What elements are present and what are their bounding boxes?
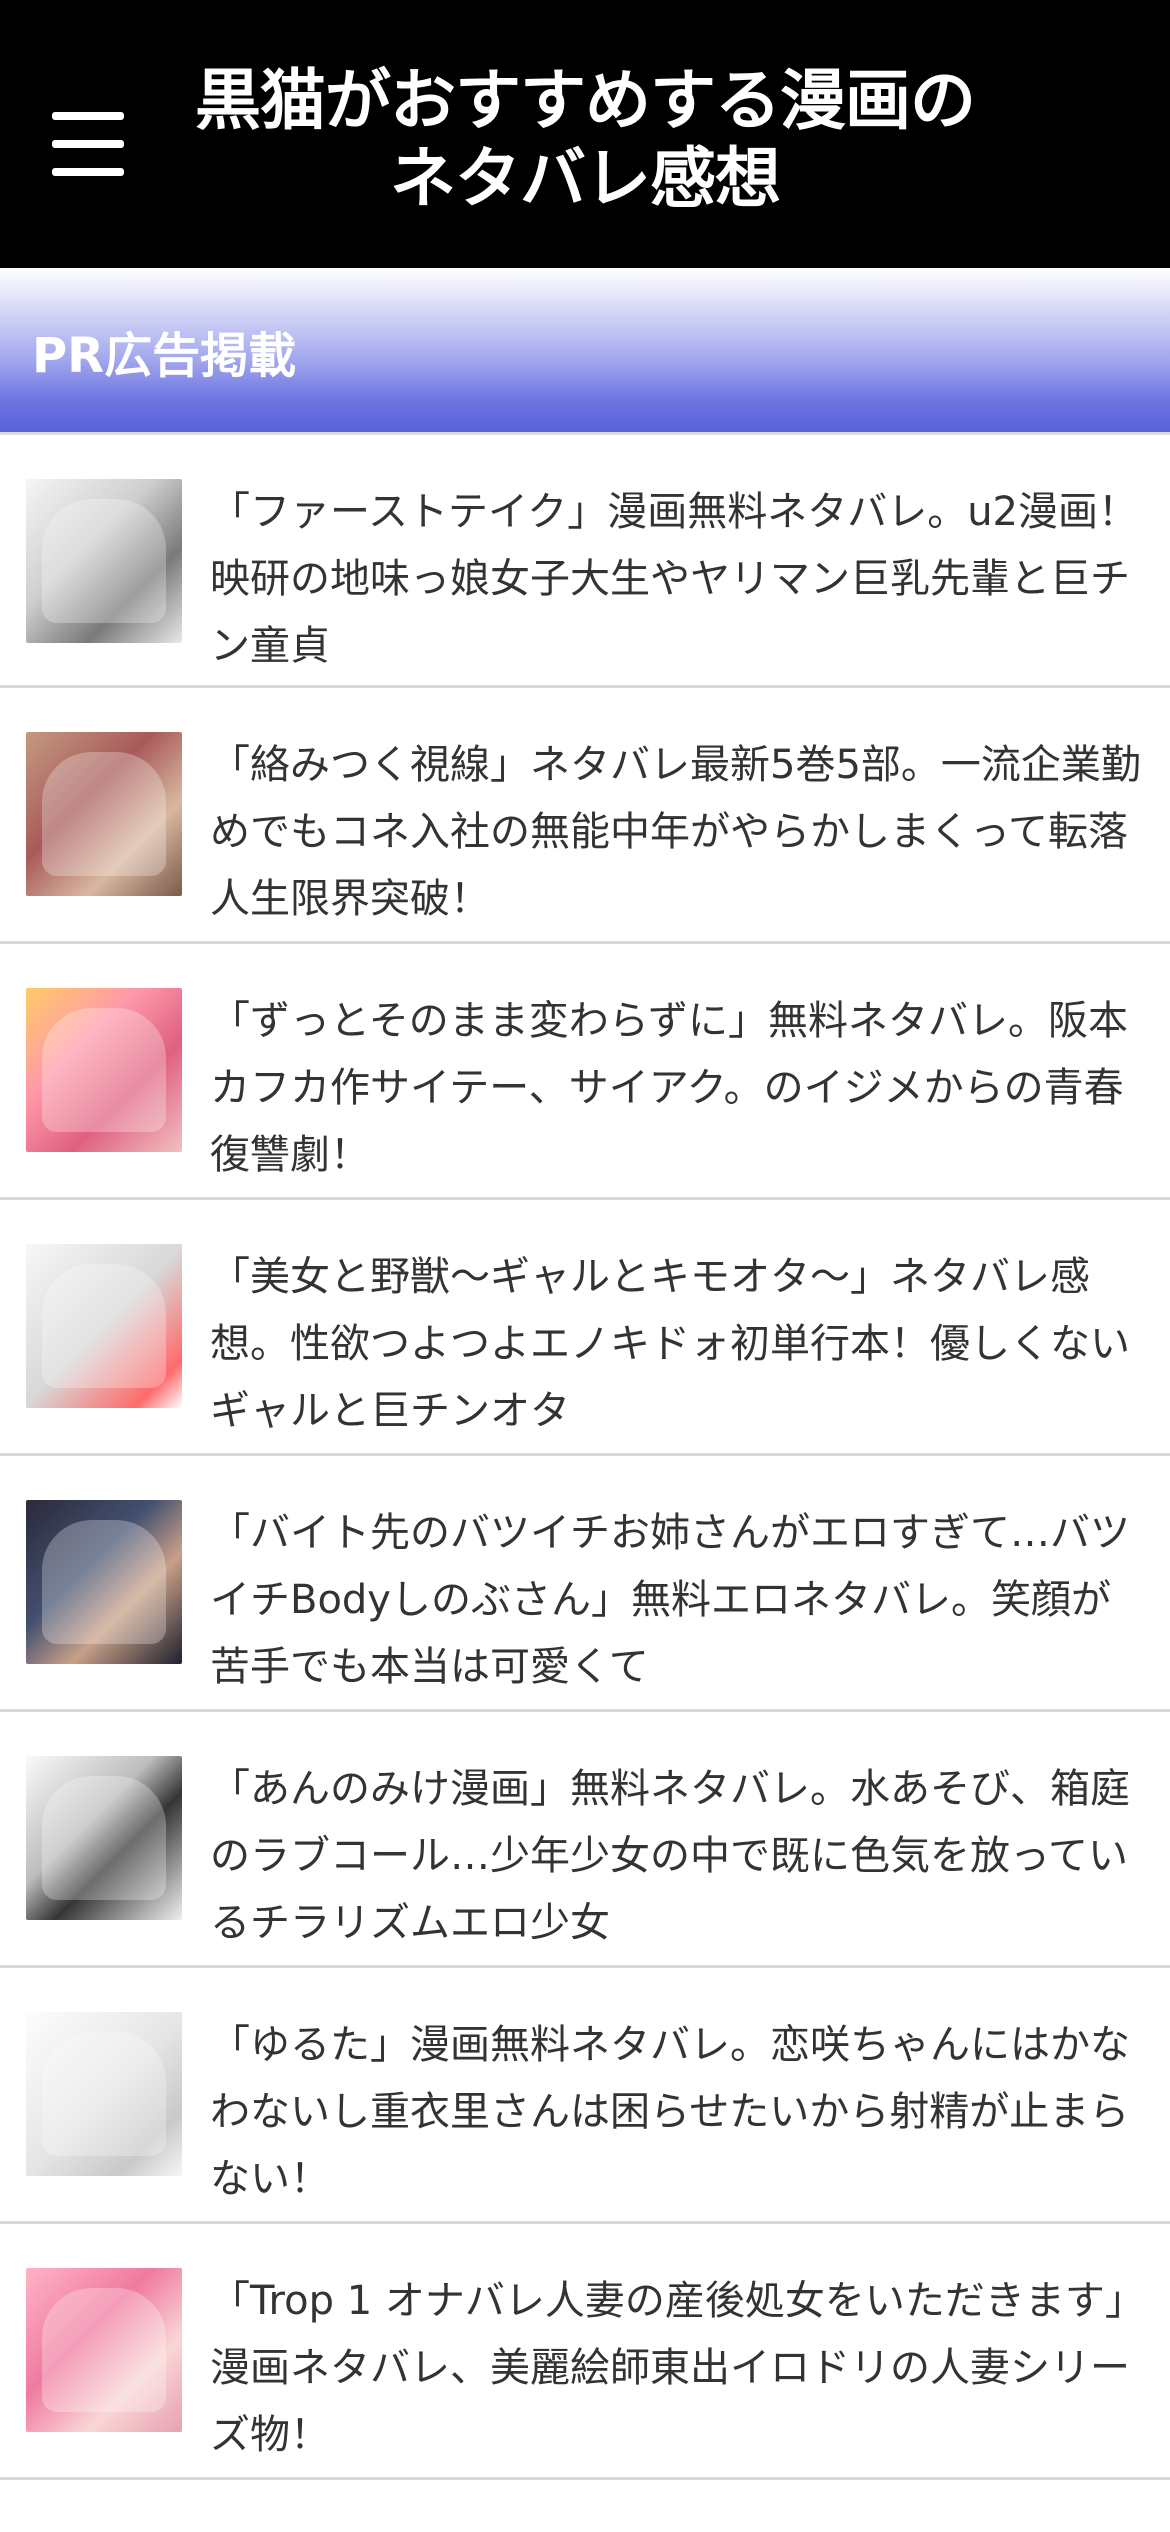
article-item[interactable]: 「あんのみけ漫画」無料ネタバレ。水あそび、箱庭のラブコール…少年少女の中で既に色… bbox=[0, 1712, 1170, 1968]
thumbnail-figure bbox=[41, 2031, 167, 2157]
article-title[interactable]: 「Trop 1 オナバレ人妻の産後処女をいただきます」漫画ネタバレ、美麗絵師東出… bbox=[210, 2268, 1150, 2469]
article-list: 「ファーストテイク」漫画無料ネタバレ。u2漫画！映研の地味っ娘女子大生やヤリマン… bbox=[0, 432, 1170, 2480]
menu-bar-top bbox=[52, 112, 124, 120]
site-header: 黒猫がおすすめする漫画のネタバレ感想 bbox=[0, 0, 1170, 268]
article-item[interactable]: 「絡みつく視線」ネタバレ最新5巻5部。一流企業勤めでもコネ入社の無能中年がやらか… bbox=[0, 688, 1170, 944]
article-item[interactable]: 「バイト先のバツイチお姉さんがエロすぎて…バツイチBodyしのぶさん」無料エロネ… bbox=[0, 1456, 1170, 1712]
hamburger-menu-icon[interactable] bbox=[52, 112, 128, 176]
article-title[interactable]: 「バイト先のバツイチお姉さんがエロすぎて…バツイチBodyしのぶさん」無料エロネ… bbox=[210, 1500, 1150, 1701]
article-thumbnail[interactable] bbox=[26, 988, 182, 1152]
article-title[interactable]: 「ゆるた」漫画無料ネタバレ。恋咲ちゃんにはかなわないし重衣里さんは困らせたいから… bbox=[210, 2012, 1150, 2213]
article-thumbnail[interactable] bbox=[26, 1756, 182, 1920]
article-title[interactable]: 「絡みつく視線」ネタバレ最新5巻5部。一流企業勤めでもコネ入社の無能中年がやらか… bbox=[210, 732, 1150, 933]
pr-section-title: PR広告掲載 bbox=[32, 328, 297, 384]
article-thumbnail[interactable] bbox=[26, 732, 182, 896]
thumbnail-figure bbox=[41, 1007, 167, 1133]
pr-section-header: PR広告掲載 bbox=[0, 268, 1170, 432]
article-item[interactable]: 「美女と野獣～ギャルとキモオタ～」ネタバレ感想。性欲つよつよエノキドォ初単行本！… bbox=[0, 1200, 1170, 1456]
article-thumbnail[interactable] bbox=[26, 1500, 182, 1664]
article-item[interactable]: 「ファーストテイク」漫画無料ネタバレ。u2漫画！映研の地味っ娘女子大生やヤリマン… bbox=[0, 432, 1170, 688]
thumbnail-figure bbox=[41, 1775, 167, 1901]
article-title[interactable]: 「あんのみけ漫画」無料ネタバレ。水あそび、箱庭のラブコール…少年少女の中で既に色… bbox=[210, 1756, 1150, 1957]
thumbnail-figure bbox=[41, 1519, 167, 1645]
article-title[interactable]: 「ファーストテイク」漫画無料ネタバレ。u2漫画！映研の地味っ娘女子大生やヤリマン… bbox=[210, 479, 1150, 680]
article-thumbnail[interactable] bbox=[26, 479, 182, 643]
article-title[interactable]: 「美女と野獣～ギャルとキモオタ～」ネタバレ感想。性欲つよつよエノキドォ初単行本！… bbox=[210, 1244, 1150, 1445]
article-item[interactable]: 「ゆるた」漫画無料ネタバレ。恋咲ちゃんにはかなわないし重衣里さんは困らせたいから… bbox=[0, 1968, 1170, 2224]
article-title[interactable]: 「ずっとそのまま変わらずに」無料ネタバレ。阪本カフカ作サイテー、サイアク。のイジ… bbox=[210, 988, 1150, 1189]
site-title[interactable]: 黒猫がおすすめする漫画のネタバレ感想 bbox=[170, 62, 1000, 218]
thumbnail-figure bbox=[41, 751, 167, 877]
article-item[interactable]: 「Trop 1 オナバレ人妻の産後処女をいただきます」漫画ネタバレ、美麗絵師東出… bbox=[0, 2224, 1170, 2480]
thumbnail-figure bbox=[41, 2287, 167, 2413]
menu-bar-middle bbox=[52, 140, 124, 148]
article-item[interactable]: 「ずっとそのまま変わらずに」無料ネタバレ。阪本カフカ作サイテー、サイアク。のイジ… bbox=[0, 944, 1170, 1200]
thumbnail-figure bbox=[41, 1263, 167, 1389]
article-thumbnail[interactable] bbox=[26, 1244, 182, 1408]
menu-bar-bottom bbox=[52, 168, 124, 176]
article-thumbnail[interactable] bbox=[26, 2268, 182, 2432]
article-thumbnail[interactable] bbox=[26, 2012, 182, 2176]
thumbnail-figure bbox=[41, 498, 167, 624]
